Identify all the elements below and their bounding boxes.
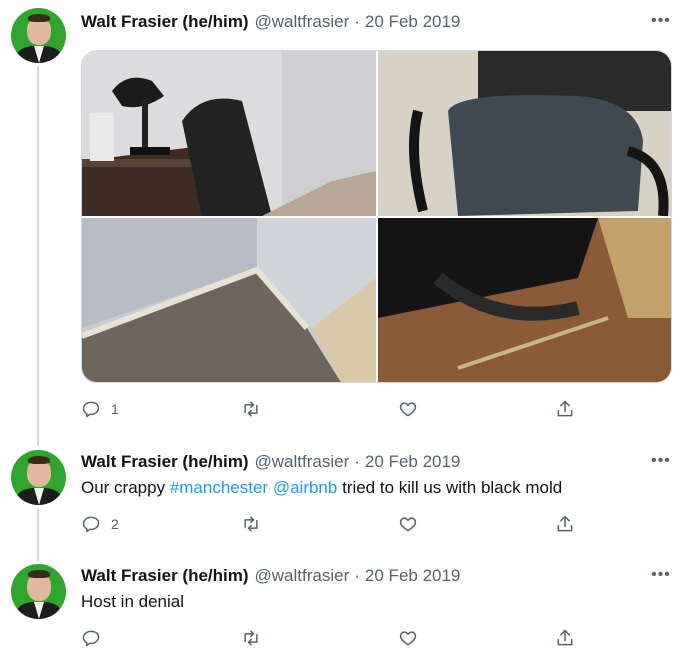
tweet-header: Walt Frasier (he/him) @waltfrasier · 20 …	[81, 564, 460, 588]
thread-line	[37, 66, 39, 446]
avatar[interactable]	[11, 8, 66, 63]
share-button[interactable]	[555, 397, 575, 421]
tweet-actions	[81, 626, 591, 650]
thread-line	[37, 508, 39, 562]
reply-icon	[82, 630, 100, 647]
retweet-icon	[244, 516, 258, 532]
retweet-icon	[244, 401, 258, 417]
author-handle[interactable]: @waltfrasier	[255, 12, 350, 32]
retweet-icon	[244, 630, 258, 646]
tweet-text: Our crappy #manchester @airbnb tried to …	[81, 478, 562, 498]
tweet-date[interactable]: 20 Feb 2019	[365, 12, 460, 32]
like-icon	[399, 517, 417, 532]
reply-button[interactable]	[81, 626, 101, 650]
reply-button[interactable]: 2	[81, 512, 119, 536]
tweet-date[interactable]: 20 Feb 2019	[365, 452, 460, 472]
tweet-actions: 2	[81, 512, 591, 536]
author-name[interactable]: Walt Frasier (he/him)	[81, 452, 249, 472]
more-options-icon[interactable]: •••	[650, 10, 672, 32]
photo-chair-seat[interactable]	[378, 51, 671, 216]
avatar[interactable]	[11, 564, 66, 619]
hashtag-link[interactable]: #manchester	[170, 478, 268, 497]
more-options-icon[interactable]: •••	[650, 564, 672, 586]
media-grid	[81, 50, 672, 383]
tweet-header: Walt Frasier (he/him) @waltfrasier · 20 …	[81, 10, 460, 34]
author-name[interactable]: Walt Frasier (he/him)	[81, 566, 249, 586]
avatar[interactable]	[11, 450, 66, 505]
like-button[interactable]	[398, 397, 418, 421]
like-icon	[399, 631, 417, 646]
text-segment: Our crappy	[81, 478, 170, 497]
retweet-button[interactable]	[241, 626, 261, 650]
mention-link[interactable]: @airbnb	[273, 478, 338, 497]
separator-dot: ·	[354, 566, 360, 585]
author-handle[interactable]: @waltfrasier	[255, 566, 350, 586]
reply-count: 2	[111, 516, 119, 532]
reply-icon	[82, 516, 100, 533]
text-segment: tried to kill us with black mold	[337, 478, 563, 497]
reply-button[interactable]: 1	[81, 397, 119, 421]
share-button[interactable]	[555, 626, 575, 650]
tweet-actions: 1	[81, 397, 591, 421]
separator-dot: ·	[354, 452, 360, 471]
share-icon	[557, 629, 573, 646]
like-button[interactable]	[398, 512, 418, 536]
tweet-header: Walt Frasier (he/him) @waltfrasier · 20 …	[81, 450, 460, 474]
photo-floor-corner[interactable]	[82, 218, 376, 382]
author-name[interactable]: Walt Frasier (he/him)	[81, 12, 249, 32]
more-options-icon[interactable]: •••	[650, 450, 672, 472]
like-button[interactable]	[398, 626, 418, 650]
tweet-text: Host in denial	[81, 592, 185, 611]
retweet-button[interactable]	[241, 512, 261, 536]
reply-count: 1	[111, 401, 119, 417]
reply-icon	[82, 401, 100, 418]
like-icon	[399, 402, 417, 417]
share-button[interactable]	[555, 512, 575, 536]
share-icon	[557, 400, 573, 417]
photo-desk[interactable]	[82, 51, 376, 216]
retweet-button[interactable]	[241, 397, 261, 421]
author-handle[interactable]: @waltfrasier	[255, 452, 350, 472]
separator-dot: ·	[354, 12, 360, 31]
share-icon	[557, 515, 573, 532]
tweet-date[interactable]: 20 Feb 2019	[365, 566, 460, 586]
photo-chair-floor[interactable]	[378, 218, 671, 382]
